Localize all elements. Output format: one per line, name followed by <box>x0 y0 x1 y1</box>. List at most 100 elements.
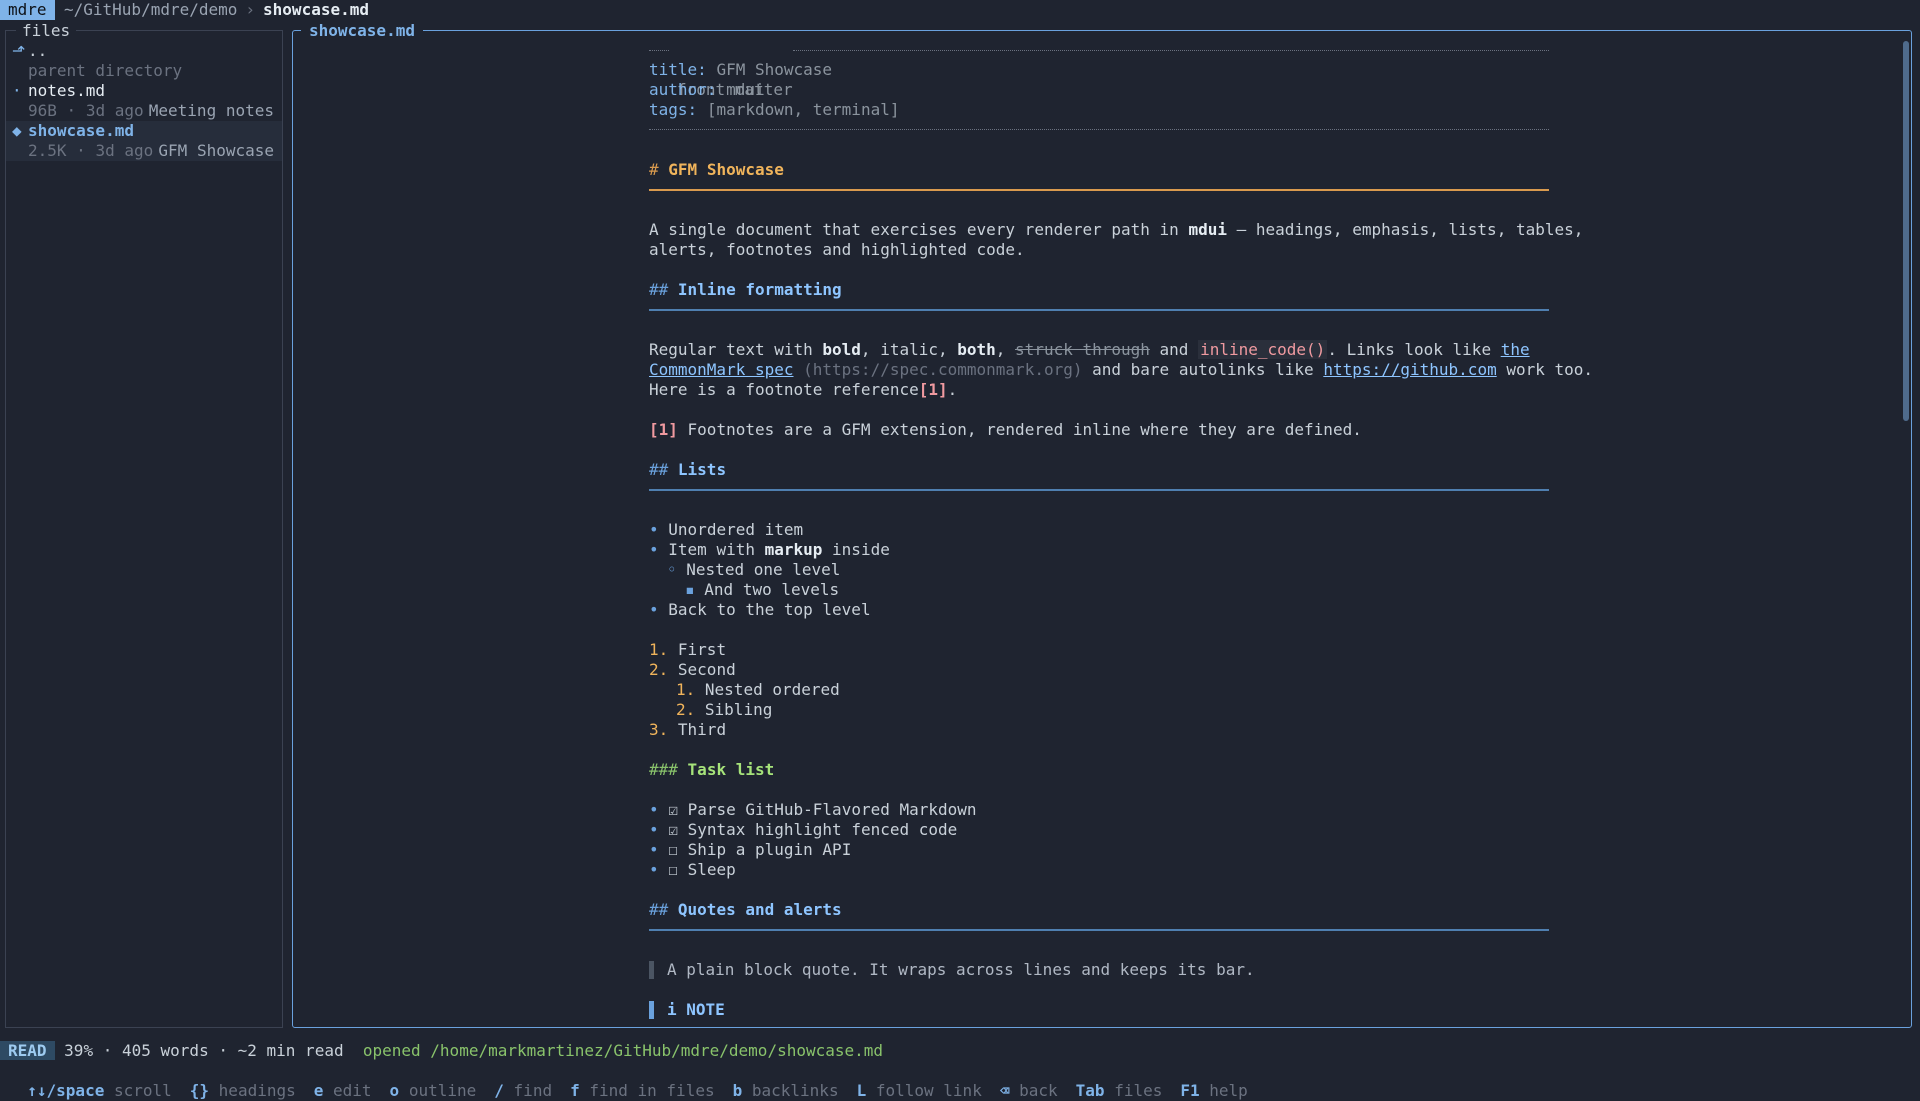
hint-key: e <box>313 1081 324 1100</box>
document-pane[interactable]: showcase.md <box>292 21 1912 1028</box>
file-size: 96B <box>28 101 57 120</box>
paragraph: A single document that exercises every r… <box>649 220 1583 240</box>
hint-follow-link[interactable]: L follow link <box>857 1081 982 1100</box>
bullet-icon: • <box>649 860 659 879</box>
text: work too. <box>1496 360 1594 379</box>
task-item: • ☐ Ship a plugin API <box>649 840 851 860</box>
file-item-notes[interactable]: · notes.md <box>6 81 282 101</box>
unchecked-box-icon[interactable]: ☐ <box>668 840 678 859</box>
heading-text: Quotes and alerts <box>677 900 842 919</box>
alert-note-title: i NOTE <box>667 1000 725 1019</box>
hint-key: / <box>494 1081 504 1100</box>
paragraph: CommonMark spec (https://spec.commonmark… <box>649 360 1593 380</box>
breadcrumb-path[interactable]: ~/GitHub/mdre/demo <box>64 0 237 19</box>
heading-text: Lists <box>677 460 727 479</box>
file-item-notes-meta: 96B · 3d ago Meeting notes <box>6 101 282 121</box>
file-size: 2.5K <box>28 141 67 160</box>
hint-find-in-files[interactable]: f find in files <box>570 1081 715 1100</box>
hint-desc: help <box>1209 1081 1248 1100</box>
list-item: • Unordered item <box>649 520 803 540</box>
front-matter-divider <box>649 129 1549 130</box>
bold-text: bold <box>822 340 861 359</box>
text: . <box>947 380 958 399</box>
heading-2-underline <box>649 489 1549 491</box>
status-separator: · <box>102 1041 113 1060</box>
hint-key: b <box>732 1081 743 1100</box>
hint-edit[interactable]: e edit <box>314 1081 372 1100</box>
heading-marker: ### <box>649 760 678 779</box>
text: and bare autolinks like <box>1082 360 1324 379</box>
paragraph: alerts, footnotes and highlighted code. <box>649 240 1025 259</box>
hint-find[interactable]: / find <box>494 1081 552 1100</box>
task-item: • ☐ Sleep <box>649 860 736 880</box>
front-matter-field: tags: [markdown, terminal] <box>649 100 899 120</box>
hint-outline[interactable]: o outline <box>390 1081 477 1100</box>
hint-desc: find <box>513 1081 553 1100</box>
link-commonmark[interactable]: CommonMark spec <box>649 360 794 379</box>
item-number: 1. <box>676 680 696 699</box>
list-item-text: Nested one level <box>686 560 841 579</box>
hint-desc: files <box>1114 1081 1163 1100</box>
hint-scroll[interactable]: ↑↓/space scroll <box>27 1081 172 1100</box>
autolink-github[interactable]: https://github.com <box>1323 360 1496 379</box>
hint-desc: backlinks <box>751 1081 839 1100</box>
file-item-parent-meta: parent directory <box>6 61 282 81</box>
blockquote: A plain block quote. It wraps across lin… <box>667 960 1255 979</box>
files-pane-title: files <box>16 21 77 41</box>
hint-key: F1 <box>1180 1081 1200 1100</box>
breadcrumb-file: showcase.md <box>263 0 369 19</box>
ordered-item-nested: 2. Sibling <box>649 700 772 720</box>
document-pane-title: showcase.md <box>301 21 423 41</box>
front-matter-header: front matter <box>649 40 1549 99</box>
bold-text: markup <box>764 540 823 559</box>
checked-box-icon[interactable]: ☑ <box>668 800 678 819</box>
field-value: mdui <box>726 80 765 99</box>
footnote-text: Footnotes are a GFM extension, rendered … <box>677 420 1362 439</box>
hint-desc: headings <box>218 1081 296 1100</box>
hint-key: Tab <box>1075 1081 1105 1100</box>
heading-3: ### Task list <box>649 760 774 780</box>
bullet-icon: • <box>649 600 659 619</box>
breadcrumb: ~/GitHub/mdre/demo › showcase.md <box>64 0 369 20</box>
scrollbar[interactable] <box>1903 41 1909 1011</box>
scrollbar-thumb[interactable] <box>1903 41 1909 421</box>
list-item-text: First <box>677 640 727 659</box>
file-description: GFM Showcase <box>158 141 274 160</box>
bullet-icon: ◦ <box>667 560 677 579</box>
checked-box-icon[interactable]: ☑ <box>668 820 678 839</box>
list-item-text: Item with <box>668 540 765 559</box>
link-commonmark[interactable]: the <box>1501 340 1530 359</box>
ordered-item: 1. First <box>649 640 726 660</box>
heading-2: ## Inline formatting <box>649 280 842 300</box>
hint-key: ↑↓/space <box>27 1081 105 1100</box>
list-item-nested: ▪ And two levels <box>649 580 839 600</box>
item-number: 2. <box>676 700 696 719</box>
list-item-text: Third <box>677 720 727 739</box>
field-key: title: <box>649 60 707 79</box>
text: , italic, <box>860 340 958 359</box>
item-number: 2. <box>649 660 669 679</box>
hint-help[interactable]: F1 help <box>1180 1081 1247 1100</box>
hint-headings[interactable]: {} headings <box>190 1081 296 1100</box>
list-item-text: Sibling <box>704 700 773 719</box>
text: — headings, emphasis, lists, tables, <box>1226 220 1584 239</box>
field-value: [markdown, terminal] <box>706 100 900 119</box>
unchecked-box-icon[interactable]: ☐ <box>668 860 678 879</box>
footnote-reference[interactable]: [1] <box>919 380 948 399</box>
heading-2-underline <box>649 309 1549 311</box>
hint-files[interactable]: Tab files <box>1076 1081 1163 1100</box>
hint-backlinks[interactable]: b backlinks <box>733 1081 839 1100</box>
hint-desc: find in files <box>589 1081 715 1100</box>
inline-code: inline_code() <box>1198 340 1328 359</box>
text: , <box>995 340 1016 359</box>
list-item: • Item with markup inside <box>649 540 890 560</box>
bold-italic-text: both <box>957 340 996 359</box>
file-item-showcase[interactable]: ◆ showcase.md <box>6 121 282 141</box>
hint-key: L <box>856 1081 867 1100</box>
task-text: Ship a plugin API <box>687 840 852 859</box>
status-message: opened /home/markmartinez/GitHub/mdre/de… <box>362 1041 884 1060</box>
file-item-parent[interactable]: ⬏ .. <box>6 41 282 61</box>
selected-file-icon: ◆ <box>12 121 22 140</box>
hint-back[interactable]: ⌫ back <box>1000 1081 1058 1100</box>
item-number: 3. <box>649 720 669 739</box>
